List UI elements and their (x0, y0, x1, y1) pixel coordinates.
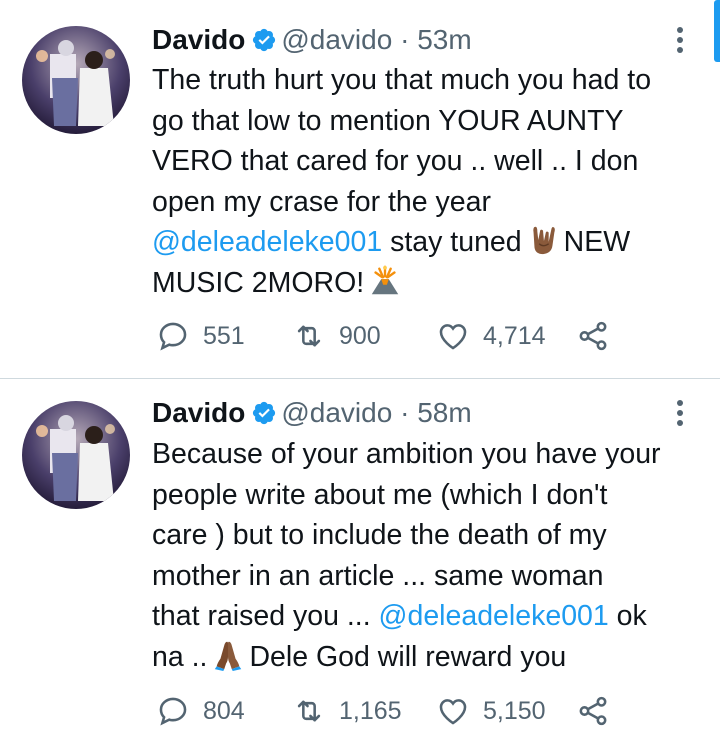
like-button[interactable]: 5,150 (436, 691, 546, 731)
tweet-line: Because of your ambition you have your (152, 438, 661, 470)
avatar[interactable] (22, 401, 130, 509)
tweet-header: Davido @davido · 53m (152, 20, 472, 60)
tweet-text-fragment: MUSIC 2MORO! (152, 266, 365, 299)
tweet-line: na .. Dele God will reward you (152, 637, 707, 678)
tweet-text-fragment: na .. (152, 640, 208, 673)
praying-hands-emoji-icon (215, 641, 242, 671)
tweet-text-fragment: NEW (563, 226, 631, 258)
like-count: 4,714 (483, 321, 546, 350)
tweet-text-fragment: ok (608, 600, 647, 632)
verified-badge-icon (253, 28, 276, 52)
tweet-text: The truth hurt you that much you had to … (152, 60, 707, 303)
author-handle[interactable]: @davido (281, 24, 392, 55)
retweet-button[interactable]: 900 (292, 316, 381, 356)
tweet[interactable]: Davido @davido · 53m The truth hurt you t… (0, 0, 720, 379)
tweet-text-fragment: stay tuned (382, 226, 522, 258)
reply-button[interactable]: 804 (156, 691, 245, 731)
share-button[interactable] (576, 316, 610, 356)
horns-emoji-icon (532, 226, 555, 255)
like-button[interactable]: 4,714 (436, 316, 546, 356)
tweet-line: that raised you ... @deleadeleke001 ok (152, 596, 707, 637)
author-handle[interactable]: @davido (281, 397, 392, 428)
share-icon (579, 696, 607, 726)
retweet-count: 1,165 (339, 696, 402, 725)
author-name[interactable]: Davido (152, 24, 245, 55)
retweet-count: 900 (339, 321, 381, 350)
tweet-line: open my crase for the year (152, 185, 491, 218)
tweet-line: care ) but to include the death of my (152, 519, 607, 551)
share-icon (579, 321, 607, 351)
like-count: 5,150 (483, 696, 546, 725)
verified-badge-icon (253, 401, 276, 425)
mention-link[interactable]: @deleadeleke001 (379, 600, 609, 632)
tweet-header: Davido @davido · 58m (152, 393, 472, 433)
tweet-timestamp[interactable]: 58m (417, 397, 471, 428)
separator-dot: · (400, 24, 410, 55)
tweet-text-fragment: Dele God will reward you (249, 640, 567, 673)
mention-link[interactable]: @deleadeleke001 (152, 226, 382, 258)
reply-icon (159, 697, 187, 726)
author-name[interactable]: Davido (152, 397, 245, 428)
volcano-emoji-icon (371, 265, 399, 294)
tweet-line: go that low to mention YOUR AUNTY (152, 104, 624, 137)
avatar[interactable] (22, 26, 130, 134)
tweet[interactable]: Davido @davido · 58m Because of your ambi… (0, 379, 720, 753)
tweet-line: VERO that cared for you .. well .. I don (152, 145, 639, 177)
reply-count: 804 (203, 696, 245, 725)
reply-button[interactable]: 551 (156, 316, 245, 356)
tweet-line: MUSIC 2MORO! (152, 263, 707, 304)
tweet-line: people write about me (which I don't (152, 478, 608, 511)
more-options-icon[interactable] (668, 393, 692, 433)
retweet-button[interactable]: 1,165 (292, 691, 402, 731)
tweet-line: The truth hurt you that much you had to (152, 64, 652, 96)
reply-count: 551 (203, 321, 245, 350)
tweet-line: mother in an article ... same woman (152, 559, 604, 592)
heart-icon (439, 324, 467, 350)
heart-icon (439, 699, 467, 725)
tweet-text-fragment: that raised you ... (152, 600, 379, 632)
separator-dot: · (400, 397, 410, 428)
tweet-timestamp[interactable]: 53m (417, 24, 471, 55)
share-button[interactable] (576, 691, 610, 731)
retweet-icon (297, 325, 321, 347)
reply-icon (159, 322, 187, 351)
retweet-icon (297, 700, 321, 722)
tweet-text: Because of your ambition you have your p… (152, 434, 707, 677)
more-options-icon[interactable] (668, 20, 692, 60)
tweet-line: @deleadeleke001 stay tuned NEW (152, 222, 707, 263)
